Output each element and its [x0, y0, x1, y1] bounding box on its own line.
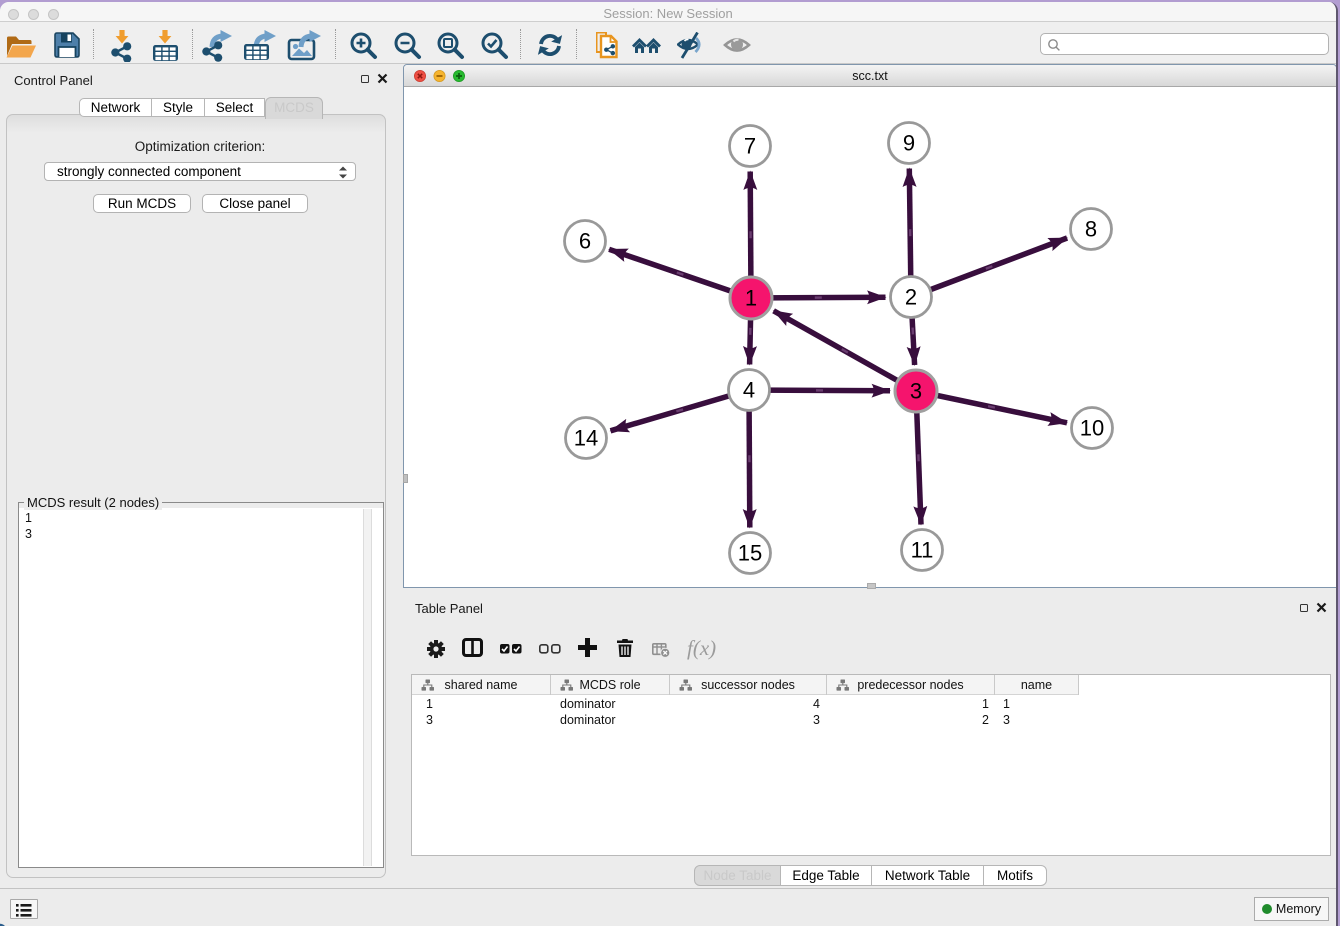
- svg-text:6: 6: [579, 229, 591, 254]
- svg-text:14: 14: [574, 426, 598, 451]
- svg-text:11: 11: [911, 538, 934, 563]
- svg-text:15: 15: [738, 541, 762, 566]
- svg-text:1: 1: [745, 286, 757, 311]
- svg-text:2: 2: [905, 285, 917, 310]
- svg-text:4: 4: [743, 378, 755, 403]
- svg-text:10: 10: [1080, 416, 1104, 441]
- svg-text:8: 8: [1085, 217, 1097, 242]
- svg-text:3: 3: [910, 379, 922, 404]
- svg-text:9: 9: [903, 131, 915, 156]
- svg-text:7: 7: [744, 134, 756, 159]
